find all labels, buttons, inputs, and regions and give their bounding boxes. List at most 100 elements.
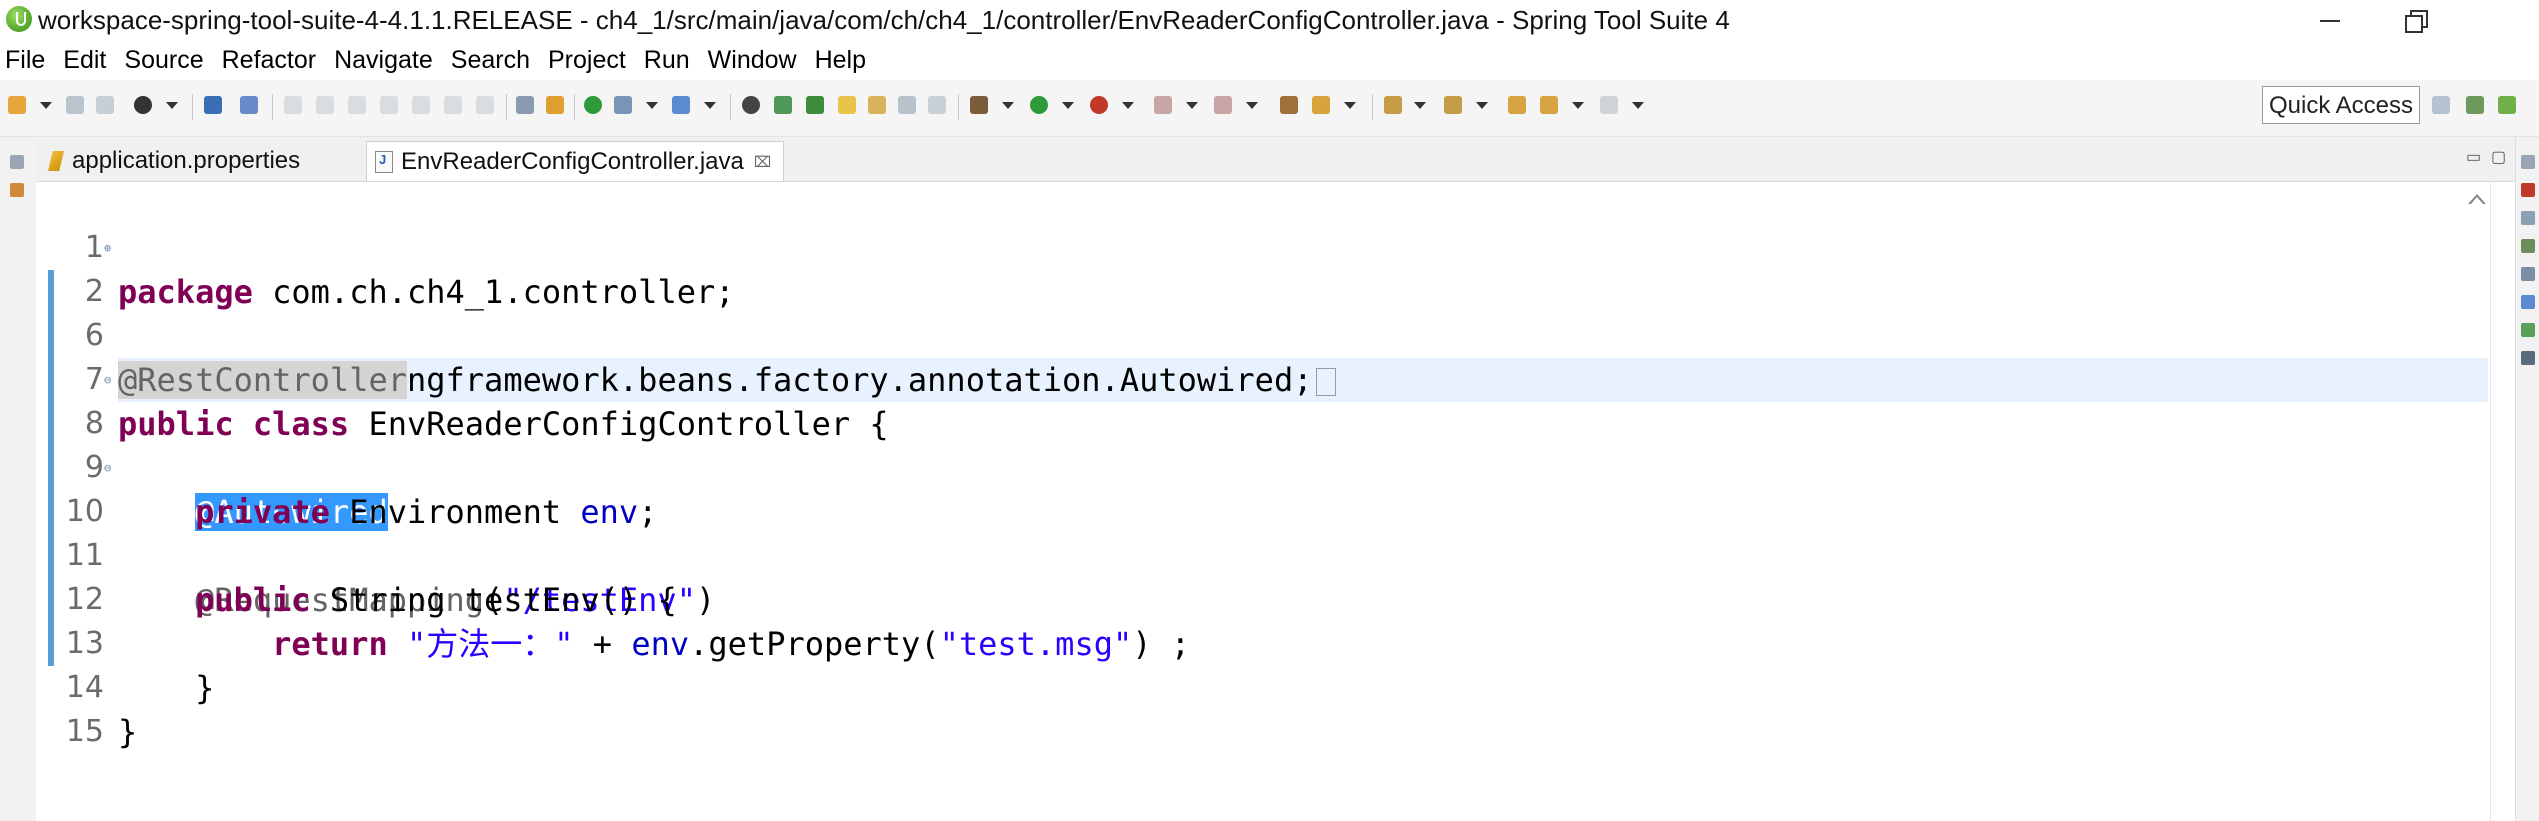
external-tools-dropdown-icon[interactable] [1246, 102, 1258, 109]
minimize-editor-icon[interactable]: ▭ [2466, 147, 2481, 167]
maximize-editor-icon[interactable]: ▢ [2491, 147, 2506, 167]
spring-boot-icon[interactable] [546, 96, 564, 114]
step-into-icon[interactable] [412, 96, 430, 114]
pin-icon[interactable] [806, 96, 824, 114]
open-perspective-icon[interactable] [2432, 96, 2450, 114]
keyword: private [195, 493, 330, 531]
minimize-button[interactable] [2290, 0, 2370, 40]
next-annotation-icon[interactable] [1384, 96, 1402, 114]
forward-dropdown-icon[interactable] [1632, 102, 1644, 109]
menu-run[interactable]: Run [635, 40, 699, 80]
run-dropdown-icon[interactable] [1062, 102, 1074, 109]
code-text: Environment [329, 493, 581, 531]
git-icon[interactable] [774, 96, 792, 114]
browser-dropdown-icon[interactable] [704, 102, 716, 109]
code-text: ; [638, 493, 658, 531]
run-icon[interactable] [1030, 96, 1048, 114]
step-over-icon[interactable] [444, 96, 462, 114]
stop-dropdown-icon[interactable] [1186, 102, 1198, 109]
globe-icon[interactable] [742, 96, 760, 114]
refresh-icon[interactable] [614, 96, 632, 114]
last-edit-location-icon[interactable] [1508, 96, 1526, 114]
title-bar: workspace-spring-tool-suite-4-4.1.1.RELE… [0, 0, 2539, 40]
menu-bar: File Edit Source Refactor Navigate Searc… [0, 40, 2539, 80]
collapse-fold-icon[interactable]: ⊖ [104, 446, 111, 490]
console-view-icon[interactable] [2521, 323, 2535, 337]
coverage-icon[interactable] [1090, 96, 1108, 114]
restore-button[interactable] [2375, 0, 2455, 40]
new-package-icon[interactable] [1312, 96, 1330, 114]
external-tools-icon[interactable] [1214, 96, 1232, 114]
close-tab-icon[interactable]: ⌧ [754, 153, 771, 171]
javadoc-icon[interactable] [2521, 267, 2535, 281]
boot-dashboard-icon[interactable] [584, 96, 602, 114]
keyword: return [272, 625, 388, 663]
suspend-icon[interactable] [316, 96, 334, 114]
coverage-dropdown-icon[interactable] [1122, 102, 1134, 109]
problems-icon[interactable] [2521, 239, 2535, 253]
skip-breakpoints-icon[interactable] [240, 96, 258, 114]
scroll-up-icon[interactable] [2468, 194, 2486, 204]
disconnect-icon[interactable] [380, 96, 398, 114]
java-editor[interactable]: 1 package com.ch.ch4_1.controller; 2 ⊕ i… [36, 182, 2515, 821]
new-icon[interactable] [8, 96, 26, 114]
next-annotation-dropdown-icon[interactable] [1414, 102, 1426, 109]
resume-icon[interactable] [284, 96, 302, 114]
window-title: workspace-spring-tool-suite-4-4.1.1.RELE… [38, 5, 1730, 35]
code-line: 6 @RestController [36, 270, 407, 399]
save-icon[interactable] [66, 96, 84, 114]
previous-annotation-dropdown-icon[interactable] [1476, 102, 1488, 109]
refresh-dropdown-icon[interactable] [646, 102, 658, 109]
restore-view-icon[interactable] [10, 155, 24, 169]
debug-dropdown-icon[interactable] [1002, 102, 1014, 109]
debug-view-icon[interactable] [134, 96, 152, 114]
toggle-mark-occurrences-icon[interactable] [838, 96, 856, 114]
java-perspective-icon[interactable] [2466, 96, 2484, 114]
spring-tool-suite-icon [6, 6, 32, 32]
menu-search[interactable]: Search [442, 40, 539, 80]
show-whitespace-icon[interactable] [928, 96, 946, 114]
menu-edit[interactable]: Edit [54, 40, 115, 80]
menu-project[interactable]: Project [539, 40, 635, 80]
menu-refactor[interactable]: Refactor [213, 40, 325, 80]
package-explorer-icon[interactable] [10, 183, 24, 197]
junit-icon[interactable] [2521, 351, 2535, 365]
view-dropdown-icon[interactable] [166, 102, 178, 109]
back-dropdown-icon[interactable] [1572, 102, 1584, 109]
stop-icon[interactable] [1154, 96, 1172, 114]
task-list-icon[interactable] [2521, 211, 2535, 225]
field-name: env [631, 625, 690, 663]
debug-icon[interactable] [970, 96, 988, 114]
right-trim-bar [2515, 137, 2539, 821]
forward-icon[interactable] [1600, 96, 1618, 114]
block-selection-icon[interactable] [868, 96, 886, 114]
tab-application-properties[interactable]: application.properties [48, 141, 300, 181]
declaration-icon[interactable] [2521, 295, 2535, 309]
menu-window[interactable]: Window [699, 40, 806, 80]
web-browser-icon[interactable] [672, 96, 690, 114]
save-all-icon[interactable] [96, 96, 114, 114]
menu-help[interactable]: Help [806, 40, 875, 80]
new-dropdown-icon[interactable] [40, 102, 52, 109]
code-text: } [118, 713, 138, 751]
menu-source[interactable]: Source [115, 40, 212, 80]
menu-navigate[interactable]: Navigate [325, 40, 442, 80]
collapse-fold-icon[interactable]: ⊖ [104, 358, 111, 402]
tab-envreaderconfigcontroller[interactable]: EnvReaderConfigController.java ⌧ [366, 141, 785, 181]
back-icon[interactable] [1540, 96, 1558, 114]
word-wrap-icon[interactable] [898, 96, 916, 114]
quick-access-field[interactable]: Quick Access [2262, 86, 2420, 124]
terminate-icon[interactable] [348, 96, 366, 114]
new-java-project-icon[interactable] [1280, 96, 1298, 114]
open-task-icon[interactable] [516, 96, 534, 114]
outline-icon[interactable] [2521, 183, 2535, 197]
menu-file[interactable]: File [0, 40, 54, 80]
collapsed-imports-icon[interactable] [1316, 368, 1337, 396]
previous-annotation-icon[interactable] [1444, 96, 1462, 114]
new-dropdown-icon-2[interactable] [1344, 102, 1356, 109]
spring-perspective-icon[interactable] [2498, 96, 2516, 114]
expand-fold-icon[interactable]: ⊕ [104, 226, 111, 270]
restore-view-icon-right[interactable] [2521, 155, 2535, 169]
console-icon[interactable] [204, 96, 222, 114]
step-return-icon[interactable] [476, 96, 494, 114]
